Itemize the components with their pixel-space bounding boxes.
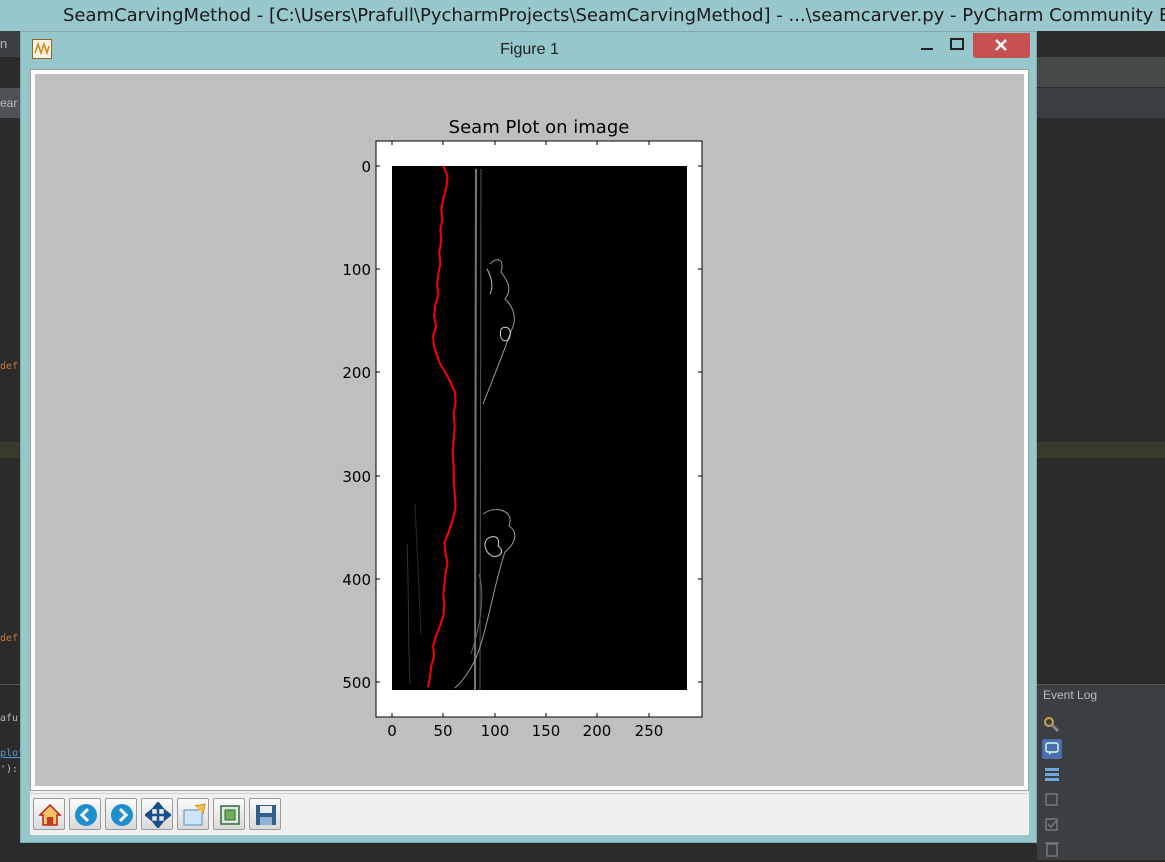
y-tick-label: 0 — [361, 158, 371, 176]
figure-canvas[interactable]: Seam Plot on image 0 100 200 300 400 500… — [35, 74, 1024, 786]
trash-icon — [1042, 838, 1062, 858]
export-icon — [1042, 789, 1062, 809]
chart-title: Seam Plot on image — [449, 117, 630, 138]
pycharm-tab-fragment: ear — [0, 96, 18, 110]
pycharm-menu-fragment: n — [0, 36, 8, 51]
figure-window: Figure 1 Seam Plot on image 0 100 200 30… — [20, 31, 1037, 843]
maximize-button[interactable] — [943, 34, 971, 56]
event-log-tab[interactable]: Event Log — [1043, 688, 1097, 702]
settings-list-icon[interactable] — [1042, 764, 1062, 784]
y-tick-label: 100 — [342, 261, 371, 279]
y-tick-label: 400 — [342, 571, 371, 589]
figure-canvas-frame: Seam Plot on image 0 100 200 300 400 500… — [30, 69, 1029, 791]
figure-client-area: Seam Plot on image 0 100 200 300 400 500… — [30, 69, 1029, 835]
home-icon — [38, 803, 62, 826]
close-icon — [995, 39, 1007, 51]
y-axis-tick-labels: 0 100 200 300 400 500 — [342, 158, 371, 692]
y-tick-label: 200 — [342, 364, 371, 382]
save-icon — [256, 805, 276, 825]
x-tick-label: 200 — [583, 722, 612, 740]
x-tick-label: 250 — [635, 722, 664, 740]
wrench-icon[interactable] — [1042, 715, 1062, 735]
pan-icon — [145, 802, 171, 828]
x-tick-label: 0 — [387, 722, 397, 740]
x-tick-label: 100 — [481, 722, 510, 740]
home-button[interactable] — [33, 798, 65, 830]
pycharm-window-title: SeamCarvingMethod - [C:\Users\Prafull\Py… — [63, 5, 1165, 26]
y-tick-label: 500 — [342, 674, 371, 692]
back-button[interactable] — [69, 798, 101, 830]
matplotlib-toolbar — [30, 793, 1027, 834]
console-fragment: afu — [0, 713, 19, 724]
close-button[interactable] — [973, 33, 1030, 58]
zoom-button[interactable] — [177, 798, 209, 830]
subplots-button[interactable] — [213, 798, 245, 830]
console-fragment: '): — [0, 764, 19, 775]
pan-button[interactable] — [141, 798, 173, 830]
zoom-rect-icon — [183, 803, 206, 826]
x-tick-label: 150 — [532, 722, 561, 740]
pycharm-tab-strip-right — [1037, 88, 1165, 118]
subplots-icon — [220, 805, 240, 825]
y-tick-label: 300 — [342, 468, 371, 486]
mark-read-icon — [1042, 814, 1062, 834]
back-arrow-icon — [75, 804, 97, 826]
figure-window-title: Figure 1 — [500, 41, 559, 58]
x-tick-label: 50 — [433, 722, 452, 740]
code-def-keyword: def — [0, 633, 19, 644]
forward-arrow-icon — [111, 804, 133, 826]
pycharm-highlight-line — [0, 442, 20, 458]
energy-image — [392, 166, 687, 690]
seam-plot-chart: Seam Plot on image 0 100 200 300 400 500… — [342, 117, 703, 740]
pycharm-toolbar-strip — [1037, 57, 1165, 87]
minimize-button[interactable] — [914, 34, 940, 56]
forward-button[interactable] — [105, 798, 137, 830]
comment-icon[interactable] — [1042, 739, 1062, 759]
x-axis-tick-labels: 0 50 100 150 200 250 — [387, 722, 663, 740]
code-def-keyword: def — [0, 361, 19, 372]
save-button[interactable] — [249, 798, 281, 830]
pycharm-highlight-line-right — [1037, 442, 1165, 458]
pycharm-title-bar: SeamCarvingMethod - [C:\Users\Prafull\Py… — [0, 0, 1165, 31]
